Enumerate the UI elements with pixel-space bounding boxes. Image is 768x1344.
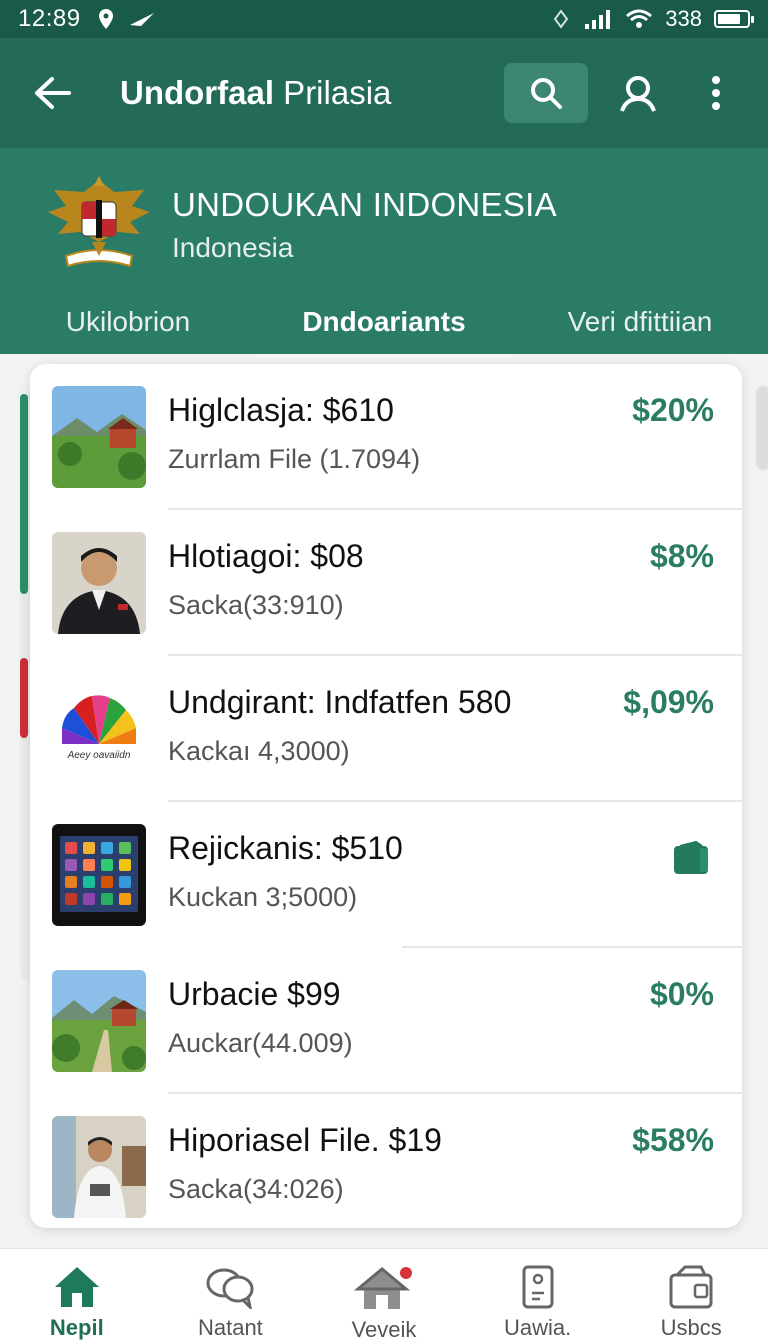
- search-icon: [531, 78, 562, 109]
- green-accent-bar: [20, 394, 28, 594]
- item-value: $,09%: [623, 684, 714, 720]
- wallet-box-icon: [669, 1265, 713, 1309]
- item-value: $8%: [649, 538, 714, 574]
- app-title-rest: Prilasia: [274, 74, 392, 111]
- home-icon: [54, 1267, 99, 1307]
- item-subtitle: Sacka(34:026): [168, 1174, 344, 1204]
- item-subtitle: Zurrlam File (1.7094): [168, 444, 421, 474]
- app-tile-icon: [83, 893, 95, 905]
- tablet-thumbnail: [52, 824, 146, 926]
- search-button[interactable]: [504, 63, 588, 123]
- wifi-icon: [626, 9, 653, 28]
- more-vert-icon: [712, 76, 720, 110]
- list-item[interactable]: Hiporiasel File. $19 Sacka(34:026) $58%: [30, 1094, 742, 1228]
- nav-label: Usbcs: [660, 1315, 722, 1340]
- color-fan-logo: Aeey oavaiidn: [52, 678, 146, 780]
- item-subtitle: Sacka(33:910): [168, 590, 344, 620]
- app-tile-icon: [65, 893, 77, 905]
- user-icon: [620, 76, 656, 112]
- list-item[interactable]: Urbacie $99 Auckar(44.009) $0%: [30, 948, 742, 1094]
- nav-item-uawia[interactable]: Uawia.: [461, 1249, 615, 1344]
- background-card-right: [756, 386, 768, 470]
- app-tile-icon: [83, 842, 95, 854]
- list-item[interactable]: Aeey oavaiidn Undgirant: Indfatfen 580 K…: [30, 656, 742, 802]
- vibrate-icon: [554, 9, 569, 29]
- send-icon: [129, 13, 154, 26]
- status-bar: 12:89 338: [0, 0, 768, 38]
- transaction-list: Higlclasja: $610 Zurrlam File (1.7094) $…: [30, 364, 742, 1228]
- item-title: Hlotiagoi: $08: [168, 538, 364, 574]
- list-item[interactable]: Rejickanis: $510 Kuckan 3;5000): [30, 802, 742, 948]
- tab-veri-dfittiian[interactable]: Veri dfittiian: [512, 290, 768, 354]
- red-accent-bar: [20, 658, 28, 738]
- app-tile-icon: [101, 842, 113, 854]
- item-value: $58%: [632, 1122, 714, 1158]
- app-tile-icon: [83, 859, 95, 871]
- tab-bar: Ukilobrion Dndoariants Veri dfittiian: [0, 290, 768, 358]
- app-tile-icon: [101, 876, 113, 888]
- battery-percent: 338: [665, 6, 702, 31]
- app-tile-icon: [65, 842, 77, 854]
- profile-button[interactable]: [610, 65, 666, 121]
- phone-card-icon: [522, 1265, 554, 1309]
- item-title: Urbacie $99: [168, 976, 341, 1012]
- app-tile-icon: [119, 842, 131, 854]
- nav-label: Uawia.: [503, 1315, 572, 1340]
- app-title-bold: Undorfaal: [120, 74, 275, 111]
- list-item[interactable]: Higlclasja: $610 Zurrlam File (1.7094) $…: [30, 364, 742, 510]
- item-value: $0%: [649, 976, 714, 1012]
- nav-item-nepil[interactable]: Nepil: [0, 1249, 154, 1344]
- org-title: UNDOUKAN INDONESIA: [172, 186, 557, 223]
- battery-icon: [714, 10, 754, 28]
- item-title: Rejickanis: $510: [168, 830, 403, 866]
- tab-dndoariants[interactable]: Dndoariants: [256, 290, 512, 358]
- item-title: Higlclasja: $610: [168, 392, 394, 428]
- item-subtitle: Kackaı 4,3000): [168, 736, 350, 766]
- back-button[interactable]: [24, 65, 80, 121]
- item-title: Hiporiasel File. $19: [168, 1122, 442, 1158]
- item-subtitle: Kuckan 3;5000): [168, 882, 358, 912]
- garuda-emblem-icon: [48, 176, 150, 268]
- portrait-thumbnail: [52, 532, 146, 634]
- item-title: Undgirant: Indfatfen 580: [168, 684, 512, 720]
- app-tile-icon: [119, 893, 131, 905]
- item-subtitle: Auckar(44.009): [168, 1028, 353, 1058]
- app-bar: Undorfaal Prilasia: [0, 38, 768, 148]
- arrow-left-icon: [35, 77, 71, 109]
- app-tile-icon: [65, 859, 77, 871]
- wallet-icon[interactable]: [672, 840, 712, 881]
- list-item[interactable]: Hlotiagoi: $08 Sacka(33:910) $8%: [30, 510, 742, 656]
- house-notification-icon: [353, 1267, 412, 1309]
- signal-icon: [585, 10, 611, 29]
- nav-item-natant[interactable]: Natant: [154, 1249, 308, 1344]
- landscape-thumbnail: [52, 386, 146, 488]
- tab-ukilobrion[interactable]: Ukilobrion: [0, 290, 256, 354]
- status-time: 12:89: [18, 5, 81, 32]
- app-tile-icon: [101, 859, 113, 871]
- more-options-button[interactable]: [688, 65, 744, 121]
- app-tile-icon: [83, 876, 95, 888]
- item-value: $20%: [632, 392, 714, 428]
- app-tile-icon: [101, 893, 113, 905]
- app-tile-icon: [119, 876, 131, 888]
- nav-label: Natant: [197, 1315, 263, 1340]
- chat-bubbles-icon: [206, 1268, 254, 1309]
- location-icon: [98, 9, 113, 29]
- app-tile-icon: [65, 876, 77, 888]
- org-subtitle: Indonesia: [172, 232, 294, 263]
- landscape-path-thumbnail: [52, 970, 146, 1072]
- bottom-navigation: Nepil Natant Veveik Uawia. Usbcs: [0, 1248, 768, 1344]
- nav-label: Veveik: [351, 1317, 417, 1342]
- app-title: Undorfaal Prilasia: [120, 74, 391, 112]
- nav-label: Nepil: [49, 1315, 104, 1340]
- nav-item-veveik[interactable]: Veveik: [307, 1249, 461, 1344]
- thumb-caption: Aeey oavaiidn: [67, 750, 131, 761]
- org-header: UNDOUKAN INDONESIA Indonesia Ukilobrion …: [0, 148, 768, 358]
- office-person-thumbnail: [52, 1116, 146, 1218]
- app-tile-icon: [119, 859, 131, 871]
- nav-item-usbcs[interactable]: Usbcs: [614, 1249, 768, 1344]
